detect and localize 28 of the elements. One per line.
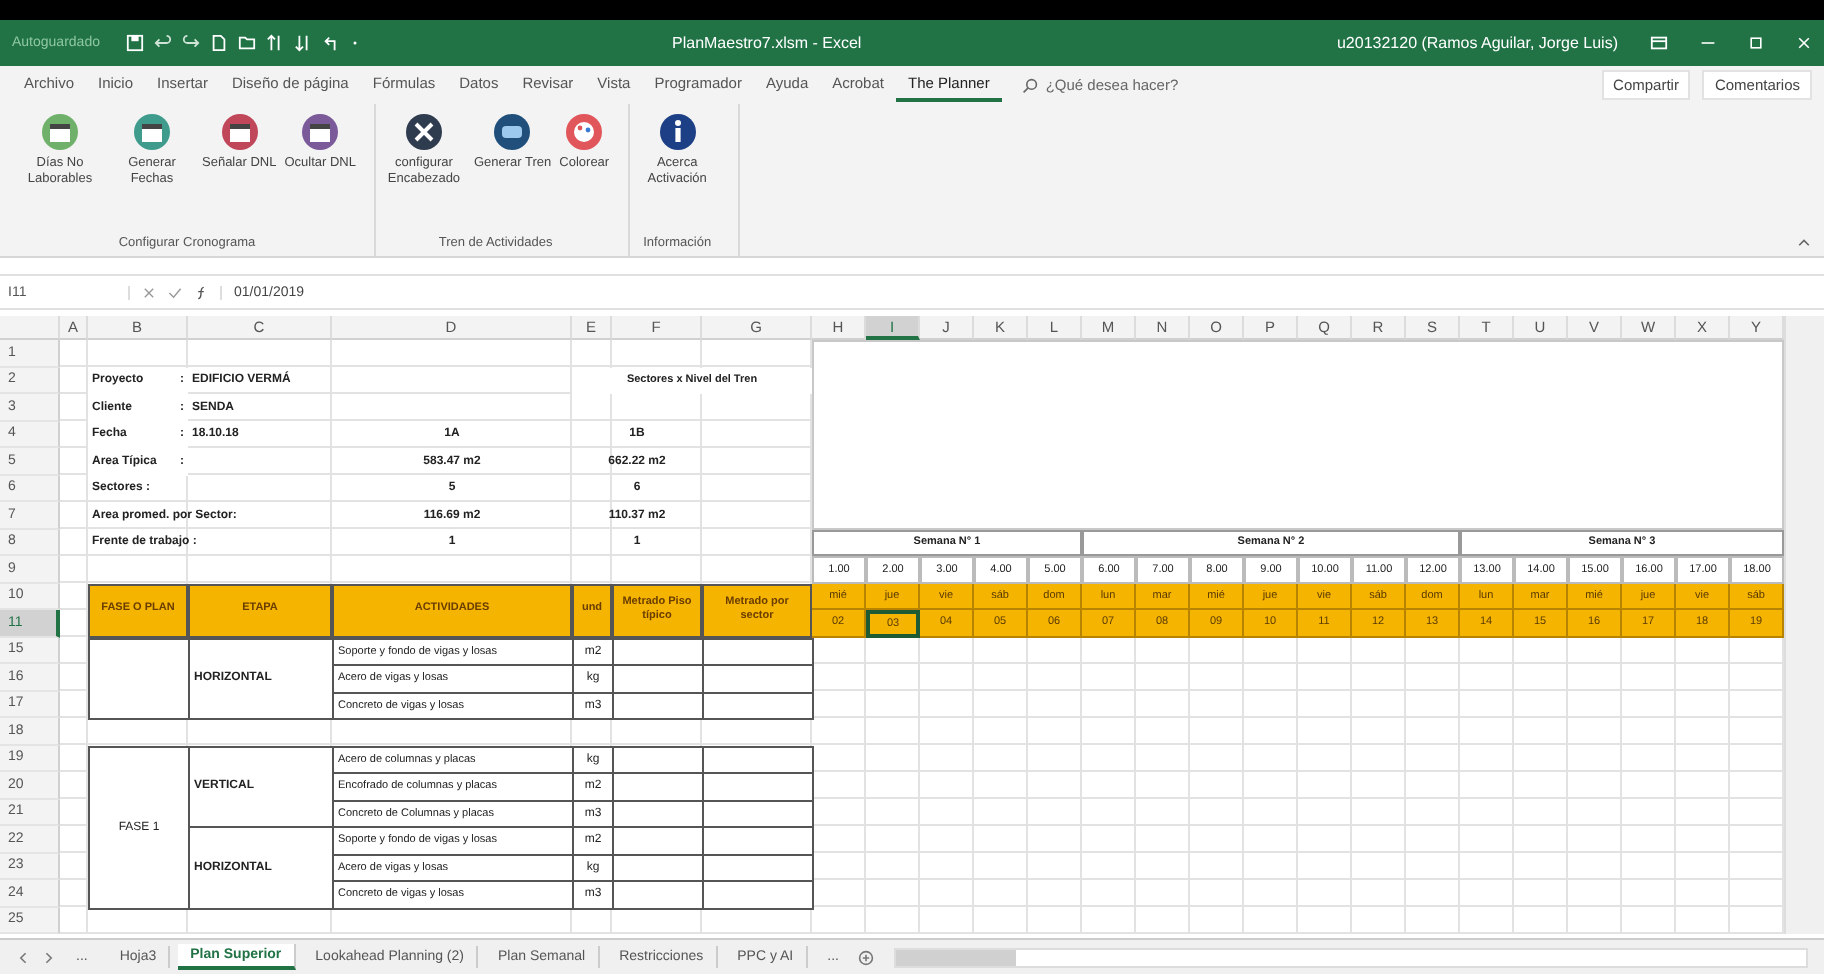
vertical-scrollbar[interactable] (1784, 316, 1824, 934)
horizontal-scrollbar[interactable] (894, 947, 1808, 967)
user-name[interactable]: u20132120 (Ramos Aguilar, Jorge Luis) (1336, 34, 1618, 52)
redo-icon[interactable] (181, 34, 200, 52)
tools-icon (403, 112, 444, 152)
ribbon-display-icon[interactable] (1650, 34, 1668, 52)
sort-descending-icon[interactable] (293, 34, 312, 52)
add-sheet-icon[interactable] (858, 949, 875, 965)
collapse-ribbon-icon[interactable] (1796, 234, 1812, 250)
info-icon (657, 112, 698, 152)
search-icon (1021, 77, 1038, 93)
close-icon[interactable] (1796, 34, 1812, 52)
sort-ascending-icon[interactable] (265, 34, 284, 52)
palette-icon (564, 112, 605, 152)
previous-sheet-icon[interactable] (16, 949, 32, 965)
scrollbar-thumb[interactable] (896, 949, 1017, 965)
next-sheet-icon[interactable] (40, 949, 56, 965)
undo-icon[interactable] (153, 34, 172, 52)
customize-menu-icon[interactable] (349, 38, 360, 48)
save-icon[interactable] (125, 34, 144, 52)
restore-icon[interactable] (1748, 34, 1764, 52)
undo-icon[interactable] (321, 34, 340, 52)
insert-function-icon[interactable] (194, 285, 208, 299)
open-folder-icon[interactable] (237, 34, 256, 52)
window-title: PlanMaestro7.xlsm - Excel (672, 34, 864, 52)
check-icon[interactable] (168, 285, 182, 299)
cancel-icon[interactable] (142, 285, 156, 299)
new-document-icon[interactable] (209, 34, 228, 52)
